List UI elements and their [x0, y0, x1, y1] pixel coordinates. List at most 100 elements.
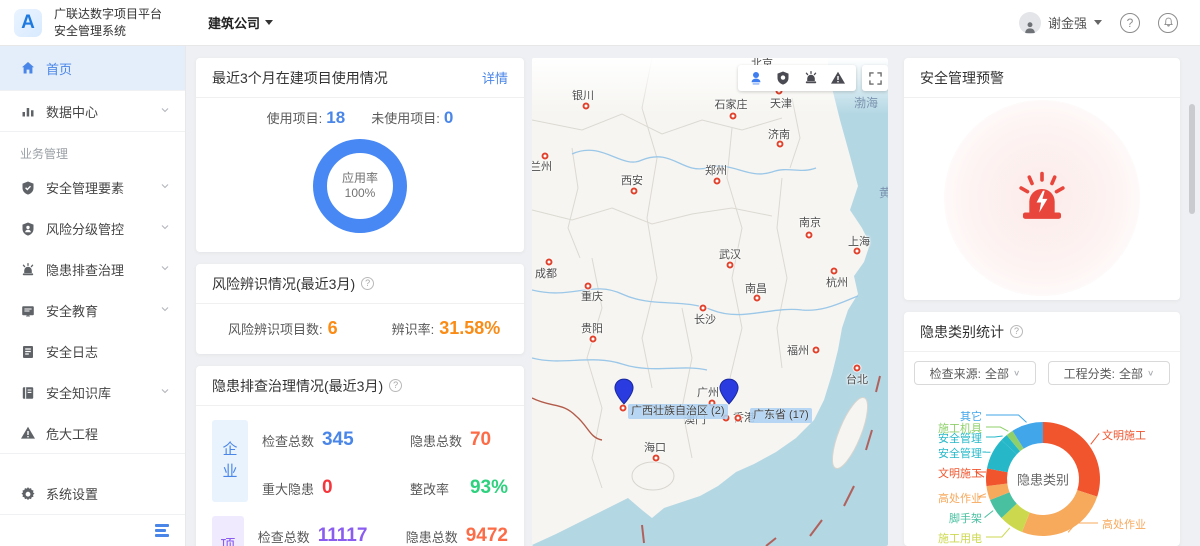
chevron-down-icon: ∨	[1013, 369, 1020, 378]
chevron-down-icon: ∨	[1147, 369, 1154, 378]
hazard-group-tag: 企业	[212, 420, 248, 502]
sidebar-item-首页[interactable]: 首页	[0, 46, 185, 91]
hazard-stat-value: 9472	[466, 525, 508, 546]
unused-projects-value: 0	[444, 108, 453, 127]
map-toolbar-warning-icon[interactable]	[829, 69, 847, 87]
app-logo: A	[14, 9, 42, 37]
usage-donut-center: 应用率 100%	[312, 138, 408, 234]
app-title-line1: 广联达数字项目平台	[54, 6, 162, 22]
check-source-label: 检查来源:	[930, 365, 981, 382]
hazard-stat-value: 0	[322, 477, 410, 499]
donut-label-高处作业: 高处作业	[1102, 516, 1178, 532]
home-icon	[20, 60, 36, 76]
donut-leader-line	[986, 427, 1008, 431]
map-toolbar-siren-icon[interactable]	[802, 69, 820, 87]
usage-card: 最近3个月在建项目使用情况 详情 使用项目:18 未使用项目:0 应用率 100…	[196, 58, 524, 252]
used-projects-value: 18	[326, 108, 345, 127]
project-type-value: 全部	[1119, 365, 1143, 382]
donut-segment-高处作业[interactable]	[1022, 490, 1097, 536]
unused-projects-stat: 未使用项目:0	[371, 108, 453, 128]
chevron-down-icon	[159, 303, 171, 318]
category-donut-center: 隐患类别	[1017, 470, 1069, 489]
map-pin-icon[interactable]	[719, 378, 740, 410]
hazard-card-title: 隐患排查治理情况(最近3月)	[212, 376, 383, 396]
warning-icon	[20, 425, 36, 441]
sidebar-item-安全管理要素[interactable]: 安全管理要素	[0, 167, 185, 208]
map-background	[532, 58, 888, 546]
region-cluster-tag[interactable]: 广东省 (17)	[750, 408, 812, 423]
sidebar-item-label: 安全日志	[46, 342, 98, 361]
sidebar-item-安全知识库[interactable]: 安全知识库	[0, 372, 185, 413]
company-selector[interactable]: 建筑公司	[208, 13, 273, 32]
map-toolbar-person-pin-icon[interactable]	[747, 69, 765, 87]
map-toolbar-shield-icon[interactable]	[774, 69, 792, 87]
china-map[interactable]: 北京天津石家庄济南银川兰州西安郑州南京上海杭州武汉南昌成都重庆贵阳长沙福州台北广…	[532, 58, 888, 546]
sidebar-nav: 首页数据中心业务管理安全管理要素风险分级管控隐患排查治理安全教育安全日志安全知识…	[0, 46, 186, 546]
hainan-island	[632, 462, 674, 490]
chevron-down-icon	[159, 104, 171, 119]
project-type-select[interactable]: 工程分类: 全部 ∨	[1048, 361, 1170, 385]
chart-icon	[20, 103, 36, 119]
help-icon[interactable]: ?	[389, 379, 402, 392]
journal-icon	[20, 344, 36, 360]
sidebar-item-系统设置[interactable]: 系统设置	[0, 473, 185, 514]
sidebar-item-label: 数据中心	[46, 102, 98, 121]
hazard-stat-label: 隐患总数	[410, 431, 470, 450]
category-card-title: 隐患类别统计	[920, 322, 1004, 342]
bell-icon	[1163, 17, 1174, 28]
sidebar-item-隐患排查治理[interactable]: 隐患排查治理	[0, 249, 185, 290]
usage-detail-link[interactable]: 详情	[482, 68, 508, 87]
hazard-stat-value: 93%	[470, 477, 508, 499]
alert-halo	[944, 100, 1140, 296]
donut-label-脚手架: 脚手架	[904, 510, 982, 526]
user-name: 谢金强	[1048, 13, 1087, 32]
sidebar-item-风险分级管控[interactable]: 风险分级管控	[0, 208, 185, 249]
sidebar-item-label: 首页	[46, 59, 72, 78]
user-menu[interactable]: 谢金强	[1019, 12, 1102, 34]
notification-button[interactable]	[1158, 13, 1178, 33]
help-icon[interactable]: ?	[1010, 325, 1023, 338]
risk-projects-stat: 风险辨识项目数:6	[228, 318, 338, 339]
risk-rate-stat: 辨识率:31.58%	[392, 318, 501, 339]
hazard-group-项目: 项目检查总数11117隐患总数9472重大隐患28整改率96%	[212, 516, 508, 546]
hazard-stat-label: 检查总数	[262, 431, 322, 450]
help-icon[interactable]: ?	[361, 277, 374, 290]
risk-card: 风险辨识情况(最近3月) ? 风险辨识项目数:6 辨识率:31.58%	[196, 264, 524, 354]
hazard-stat-label: 隐患总数	[406, 527, 466, 546]
check-source-select[interactable]: 检查来源: 全部 ∨	[914, 361, 1036, 385]
chevron-down-icon	[265, 20, 273, 25]
hazard-stat-label: 检查总数	[258, 527, 318, 546]
chevron-down-icon	[1094, 20, 1102, 25]
gear-icon	[20, 486, 36, 502]
map-pin-icon[interactable]	[614, 378, 635, 410]
usage-card-title: 最近3个月在建项目使用情况	[212, 68, 388, 88]
hazard-stat-label: 整改率	[410, 479, 470, 498]
page-scrollbar[interactable]	[1189, 104, 1195, 214]
sidebar-item-安全日志[interactable]: 安全日志	[0, 331, 185, 372]
sidebar-collapse-button[interactable]	[155, 524, 169, 537]
hazard-stat-label: 重大隐患	[262, 479, 322, 498]
help-button[interactable]: ?	[1120, 13, 1140, 33]
shield-check-icon	[20, 180, 36, 196]
map-toolbar	[738, 65, 856, 91]
siren-alarm-icon	[1013, 169, 1071, 227]
donut-label-安全管理: 安全管理	[904, 430, 982, 446]
sidebar-item-安全教育[interactable]: 安全教育	[0, 290, 185, 331]
hazard-stat-value: 345	[322, 429, 410, 451]
donut-leader-line	[986, 528, 1010, 537]
donut-leader-line	[986, 436, 1003, 437]
help-icon: ?	[1127, 16, 1134, 30]
donut-leader-line	[985, 511, 993, 517]
chevron-down-icon	[159, 262, 171, 277]
sidebar-item-危大工程[interactable]: 危大工程	[0, 413, 185, 454]
donut-label-施工用电: 施工用电	[904, 530, 982, 546]
fullscreen-button[interactable]	[862, 65, 888, 91]
hazard-stat-value: 70	[470, 429, 508, 451]
app-header: A 广联达数字项目平台 安全管理系统 建筑公司 谢金强 ?	[0, 0, 1200, 46]
avatar	[1019, 12, 1041, 34]
sidebar-item-label: 风险分级管控	[46, 219, 124, 238]
region-cluster-tag[interactable]: 广西壮族自治区 (2)	[628, 404, 728, 419]
sidebar-item-数据中心[interactable]: 数据中心	[0, 91, 185, 132]
alert-card-title: 安全管理预警	[920, 68, 1004, 88]
sidebar-section-label: 业务管理	[0, 132, 185, 167]
